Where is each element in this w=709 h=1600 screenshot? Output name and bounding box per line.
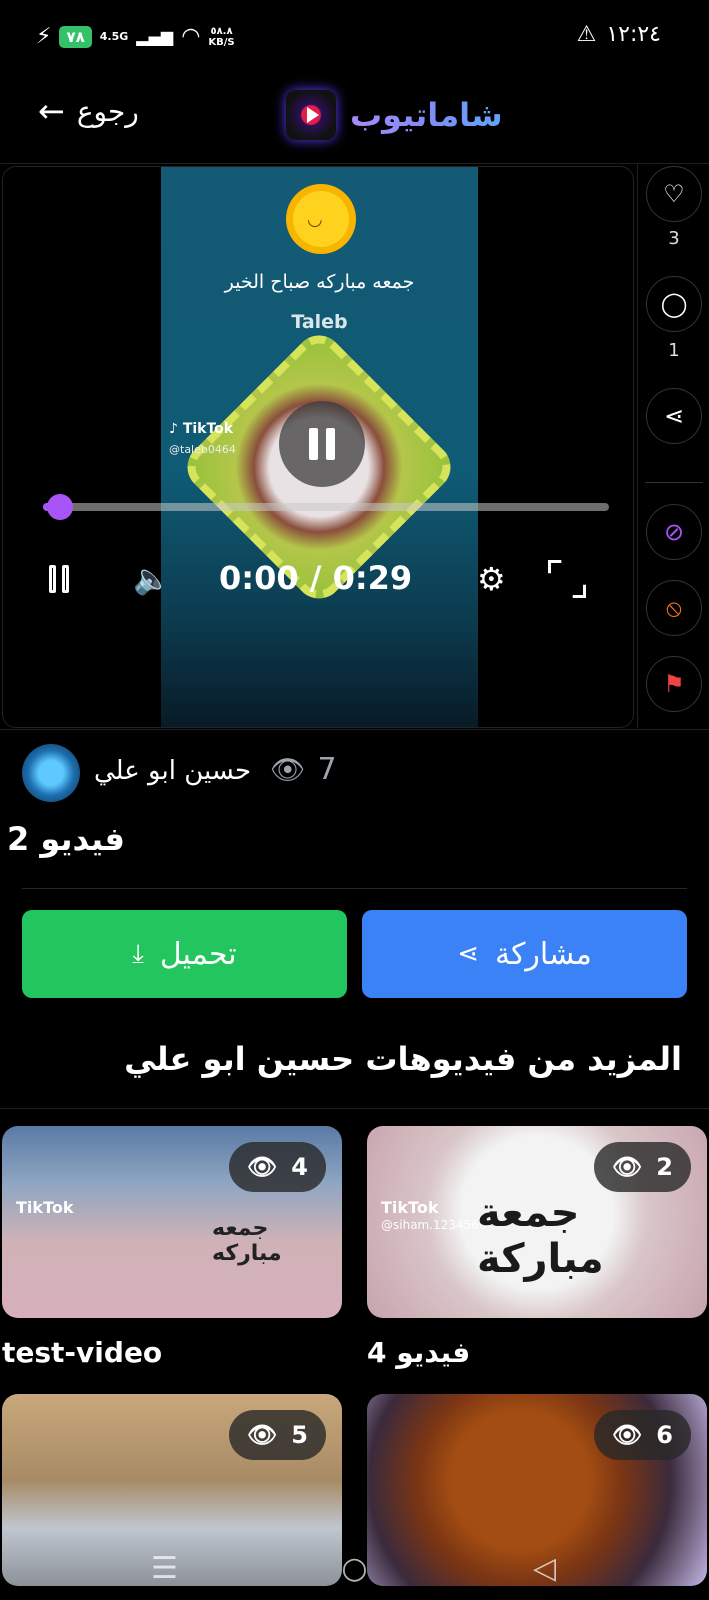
card-view-badge: 👁 6 (593, 1410, 691, 1460)
more-videos-heading: المزيد من فيديوهات حسين ابو علي (124, 1040, 682, 1078)
card-title[interactable]: test-video (2, 1336, 342, 1369)
hide-eye-slash-icon[interactable]: ⊘ (646, 504, 702, 560)
center-pause-button[interactable] (279, 401, 365, 487)
settings-gear-icon[interactable]: ⚙ (477, 559, 506, 599)
card-view-count: 2 (656, 1153, 673, 1181)
arrow-left-icon: ← (38, 92, 65, 130)
share-label: مشاركة (494, 936, 592, 972)
volume-icon[interactable]: 🔈 (133, 559, 170, 599)
card-title[interactable]: فيديو 4 (367, 1336, 707, 1369)
tiktok-watermark: TikTok (16, 1198, 74, 1217)
app-logo-icon (286, 90, 336, 140)
video-player[interactable]: ◡ جمعه مباركه صباح الخير Taleb ♪ TikTok … (2, 166, 634, 728)
share-nodes-icon: ⋖ (457, 939, 479, 969)
status-left: ⚡ ٧٨ 4.5G ▂▄▆ ◠ ٥٨.٨ KB/S (36, 24, 235, 49)
eye-icon: 👁 (270, 753, 306, 786)
video-card[interactable]: TikTok جمعه مباركه 👁 4 test-video (2, 1126, 342, 1369)
card-view-count: 6 (656, 1421, 673, 1449)
like-heart-icon[interactable]: ♡ (646, 166, 702, 222)
status-right: ⚠ ١٢:٢٤ (577, 22, 661, 47)
more-divider (0, 1108, 709, 1109)
tiktok-watermark: TikTok (381, 1198, 439, 1217)
back-button[interactable]: ← رجوع (38, 92, 139, 130)
pause-icon (49, 565, 56, 593)
progress-knob[interactable] (46, 494, 73, 520)
video-bottom-divider (0, 729, 709, 730)
signal-icon: ▂▄▆ (136, 27, 174, 46)
comment-bubble-icon[interactable]: ◯ (646, 276, 702, 332)
tiktok-handle: @taleb0464 (169, 443, 236, 456)
eye-icon: 👁 (246, 1153, 278, 1181)
sun-sticker: ◡ (293, 191, 349, 247)
home-circle-icon[interactable]: ○ (335, 1551, 375, 1586)
pause-bar-right (326, 428, 335, 460)
view-count-value: 7 (317, 752, 337, 787)
video-thumbnail[interactable]: TikTok جمعه مباركه 👁 4 (2, 1126, 342, 1318)
time-display: 0:00 / 0:29 (219, 559, 413, 597)
side-separator (645, 482, 703, 483)
card-view-count: 5 (291, 1421, 308, 1449)
video-caption: جمعه مباركه صباح الخير (224, 271, 415, 293)
video-card[interactable]: TikTok @siham.1234560 جمعة مباركة 👁 2 في… (367, 1126, 707, 1369)
clock: ١٢:٢٤ (606, 22, 661, 47)
recent-apps-icon[interactable]: ☰ (145, 1551, 185, 1586)
card-view-badge: 👁 4 (228, 1142, 326, 1192)
block-ban-icon[interactable]: ⦸ (646, 580, 702, 636)
pause-icon-right (62, 565, 69, 593)
share-button[interactable]: ⋖ مشاركة (362, 910, 687, 998)
view-count: 👁 7 (270, 752, 337, 787)
tiktok-watermark: ♪ TikTok (169, 421, 233, 437)
network-speed-value: ٥٨.٨ (210, 25, 233, 37)
title-divider (22, 888, 687, 889)
pause-button[interactable] (49, 559, 69, 599)
eye-icon: 👁 (611, 1421, 643, 1449)
download-icon: ⤓ (132, 938, 144, 969)
card-view-badge: 👁 5 (228, 1410, 326, 1460)
network-speed-unit: KB/S (208, 36, 235, 48)
comment-count: 1 (668, 340, 680, 361)
download-button[interactable]: ⤓ تحميل (22, 910, 347, 998)
progress-bar[interactable] (43, 494, 609, 520)
tiktok-icon: ♪ (169, 421, 178, 437)
author-name[interactable]: حسين ابو علي (94, 756, 251, 786)
header-divider (0, 163, 709, 164)
app-brand[interactable]: شاماتيوب (286, 90, 503, 140)
charging-icon: ⚡ (36, 24, 52, 49)
battery-badge: ٧٨ (59, 25, 92, 48)
eye-icon: 👁 (611, 1153, 643, 1181)
wifi-icon: ◠ (181, 24, 201, 49)
share-icon[interactable]: ⋖ (646, 388, 702, 444)
app-name: شاماتيوب (350, 96, 503, 134)
download-label: تحميل (159, 936, 237, 972)
report-flag-icon[interactable]: ⚑ (646, 656, 702, 712)
back-label: رجوع (76, 94, 139, 128)
fullscreen-icon[interactable] (551, 563, 583, 595)
thumbnail-overlay-text: جمعه مباركه (212, 1216, 282, 1266)
video-title: فيديو 2 (7, 820, 125, 858)
network-speed: ٥٨.٨ KB/S (208, 26, 234, 48)
top-bar: ← رجوع شاماتيوب (0, 78, 709, 164)
tiktok-label: TikTok (182, 421, 234, 437)
sun-face-icon: ◡ (307, 209, 323, 230)
video-thumbnail[interactable]: TikTok @siham.1234560 جمعة مباركة 👁 2 (367, 1126, 707, 1318)
card-view-badge: 👁 2 (593, 1142, 691, 1192)
tiktok-handle: @siham.1234560 (381, 1218, 487, 1232)
network-indicator: 4.5G (99, 30, 129, 43)
status-bar: ⚡ ٧٨ 4.5G ▂▄▆ ◠ ٥٨.٨ KB/S ⚠ ١٢:٢٤ (0, 0, 709, 78)
thumbnail-overlay-text: جمعة مباركة (477, 1190, 604, 1282)
system-nav-bar: ☰ ○ ◁ (0, 1536, 709, 1600)
warning-icon: ⚠ (576, 22, 597, 47)
video-watermark-name: Taleb (291, 311, 348, 333)
back-triangle-icon[interactable]: ◁ (525, 1551, 565, 1586)
side-actions: ♡ 3 ◯ 1 ⋖ ⊘ ⦸ ⚑ (637, 164, 709, 728)
avatar[interactable] (22, 744, 80, 802)
eye-icon: 👁 (246, 1421, 278, 1449)
card-view-count: 4 (291, 1153, 308, 1181)
pause-bar-left (309, 428, 318, 460)
like-count: 3 (668, 228, 680, 249)
side-divider (637, 164, 638, 728)
author-row: حسين ابو علي 👁 7 (0, 744, 709, 804)
